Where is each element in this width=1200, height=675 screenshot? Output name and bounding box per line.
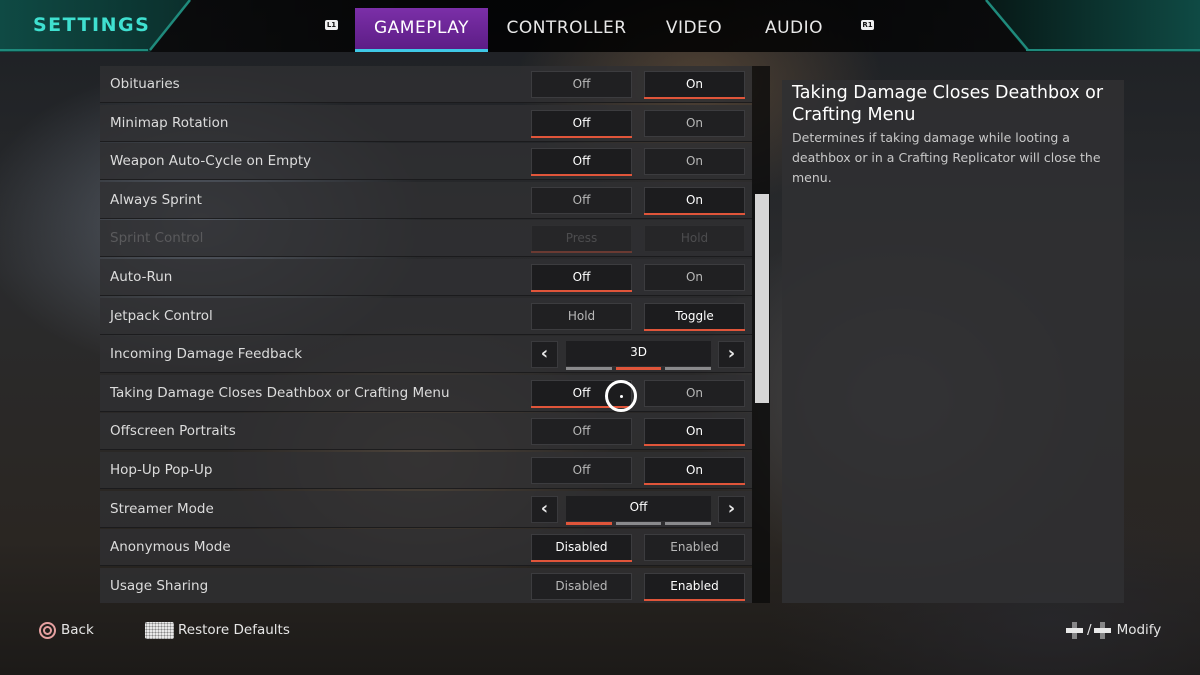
setting-label: Always Sprint	[110, 191, 202, 208]
setting-row[interactable]: Minimap Rotation Off On	[100, 104, 752, 142]
cycle-indicator-segment	[665, 367, 712, 371]
option-button[interactable]: Off	[531, 148, 632, 177]
setting-label: Weapon Auto-Cycle on Empty	[110, 153, 312, 170]
option-button[interactable]: On	[644, 457, 745, 485]
setting-row[interactable]: Hop-Up Pop-Up Off On	[100, 452, 752, 489]
option-button[interactable]: On	[644, 71, 745, 99]
setting-row[interactable]: Jetpack Control Hold Toggle	[100, 297, 752, 335]
chevron-left-icon[interactable]: ‹	[531, 341, 558, 369]
option-button[interactable]: Off	[531, 109, 632, 138]
description-panel: Taking Damage Closes Deathbox or Craftin…	[782, 80, 1124, 603]
page-title: SETTINGS	[33, 14, 151, 36]
option-button[interactable]: On	[644, 379, 745, 407]
cycle-indicator-segment	[566, 521, 612, 525]
setting-row[interactable]: Offscreen Portraits Off On	[100, 413, 752, 451]
header-edge-line	[0, 49, 148, 51]
option-button[interactable]: Off	[531, 457, 632, 484]
setting-row[interactable]: Weapon Auto-Cycle on Empty Off On	[100, 143, 752, 181]
option-button[interactable]: Off	[531, 186, 632, 214]
option-button[interactable]: Disabled	[531, 572, 632, 600]
setting-label: Streamer Mode	[110, 500, 214, 517]
settings-list: Obituaries Off On Minimap Rotation Off On Weap…	[100, 66, 752, 603]
tab-gameplay[interactable]: GAMEPLAY	[355, 8, 488, 52]
setting-label: Obituaries	[110, 76, 180, 92]
cycle-indicator-segment	[665, 521, 712, 525]
option-button: Hold	[644, 225, 745, 253]
setting-label: Taking Damage Closes Deathbox or Craftin…	[110, 384, 450, 401]
option-button[interactable]: Hold	[531, 302, 632, 330]
option-button[interactable]: On	[644, 109, 745, 137]
setting-row: Sprint Control Press Hold	[100, 220, 752, 258]
touchpad-icon	[145, 621, 174, 639]
right-edge-line	[1026, 49, 1200, 51]
cycle-indicator-segment	[615, 521, 662, 525]
setting-row[interactable]: Usage Sharing Disabled Enabled	[100, 567, 752, 603]
chevron-right-icon[interactable]: ›	[718, 341, 745, 369]
setting-row[interactable]: Auto-Run Off On	[100, 259, 752, 296]
setting-label: Offscreen Portraits	[110, 423, 236, 440]
setting-label: Sprint Control	[110, 230, 204, 247]
scrollbar-thumb[interactable]	[755, 194, 769, 403]
option-button[interactable]: On	[644, 148, 745, 176]
cycle-value: 3D	[566, 341, 711, 367]
restore-defaults-button[interactable]: Restore Defaults	[145, 620, 290, 640]
setting-label: Usage Sharing	[110, 577, 209, 594]
tab-controller[interactable]: CONTROLLER	[500, 8, 633, 52]
setting-row[interactable]: Always Sprint Off On	[100, 181, 752, 219]
cycle-value: Off	[566, 495, 711, 521]
option-button[interactable]: Off	[531, 418, 632, 446]
cycle-indicator-segment	[566, 367, 612, 371]
option-button[interactable]: Enabled	[644, 572, 745, 601]
cycle-indicator-segment	[615, 367, 662, 371]
cycle-indicator	[566, 367, 712, 371]
right-edge-decoration	[985, 0, 1029, 51]
header-edge-decoration	[149, 0, 191, 51]
option-button[interactable]: On	[644, 264, 745, 291]
modify-hint: / Modify	[1066, 620, 1161, 640]
setting-row[interactable]: Incoming Damage Feedback ‹ 3D ›	[100, 336, 752, 374]
back-button[interactable]: Back	[39, 620, 94, 640]
l1-bumper-icon[interactable]: L1	[325, 20, 338, 30]
tab-audio[interactable]: AUDIO	[755, 8, 833, 52]
setting-label: Auto-Run	[110, 269, 173, 285]
option-button[interactable]: Disabled	[531, 534, 632, 563]
option-button[interactable]: On	[644, 418, 745, 447]
cycle-indicator	[566, 521, 712, 525]
setting-row[interactable]: Streamer Mode ‹ Off ›	[100, 490, 752, 528]
back-label: Back	[61, 622, 94, 638]
option-button[interactable]: On	[644, 186, 745, 215]
modify-separator: /	[1087, 622, 1092, 638]
restore-defaults-label: Restore Defaults	[178, 622, 290, 638]
r1-bumper-icon[interactable]: R1	[861, 20, 874, 30]
dpad-left-right-icon	[1093, 621, 1111, 639]
modify-label: Modify	[1116, 622, 1162, 638]
chevron-right-icon[interactable]: ›	[718, 495, 745, 523]
chevron-left-icon[interactable]: ‹	[531, 495, 558, 523]
option-button[interactable]: Enabled	[644, 534, 745, 562]
setting-row[interactable]: Anonymous Mode Disabled Enabled	[100, 529, 752, 567]
dpad-left-right-icon	[1066, 621, 1083, 639]
setting-row[interactable]: Obituaries Off On	[100, 66, 752, 103]
setting-label: Hop-Up Pop-Up	[110, 462, 213, 478]
description-body: Determines if taking damage while lootin…	[792, 130, 1101, 185]
setting-label: Anonymous Mode	[110, 539, 231, 556]
tab-video[interactable]: VIDEO	[655, 8, 733, 52]
option-button[interactable]: Toggle	[644, 302, 745, 331]
setting-row[interactable]: Taking Damage Closes Deathbox or Craftin…	[100, 374, 752, 412]
circle-button-icon	[39, 621, 56, 639]
setting-label: Jetpack Control	[110, 307, 213, 324]
description-title: Taking Damage Closes Deathbox or Craftin…	[792, 83, 1104, 125]
option-button: Press	[531, 225, 632, 254]
cursor-ring-icon	[605, 380, 637, 412]
setting-label: Minimap Rotation	[110, 114, 229, 131]
setting-label: Incoming Damage Feedback	[110, 346, 303, 363]
option-button[interactable]: Off	[531, 264, 632, 292]
option-button[interactable]: Off	[531, 71, 632, 98]
